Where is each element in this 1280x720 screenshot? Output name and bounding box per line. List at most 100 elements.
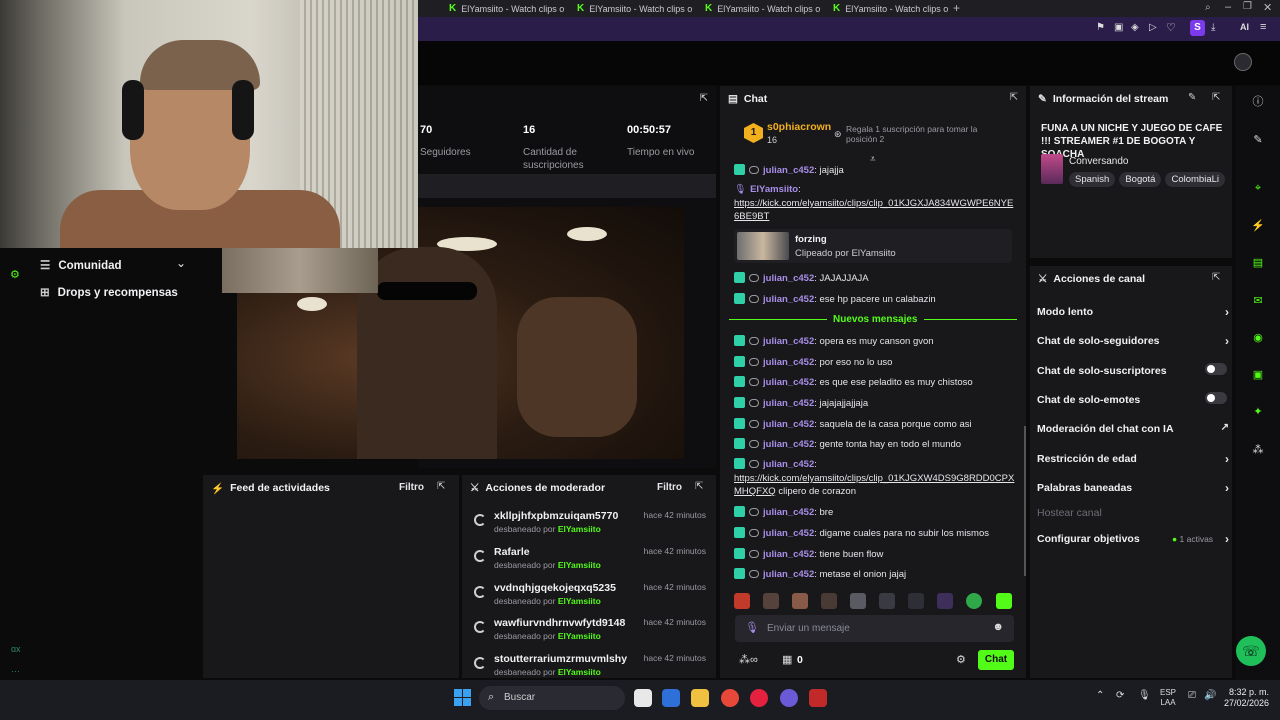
- browser-tab[interactable]: K ElYamsiito - Watch clips o: [445, 0, 571, 17]
- mod-filter-button[interactable]: Filtro: [657, 482, 682, 493]
- chat-link[interactable]: https://kick.com/elyamsiito/clips/clip_0…: [734, 197, 1016, 225]
- chat-message[interactable]: julian_c452: JAJAJJAJA: [734, 272, 1016, 285]
- chevron-down-icon[interactable]: ⌄: [176, 256, 186, 270]
- bookmark-icon[interactable]: ⚑: [1096, 22, 1105, 33]
- emote-icon[interactable]: [734, 593, 750, 609]
- age-restriction-row[interactable]: Restricción de edad ›: [1037, 452, 1229, 466]
- opera-icon[interactable]: [750, 689, 768, 707]
- category-name[interactable]: Conversando: [1069, 156, 1128, 167]
- store-icon[interactable]: [662, 689, 680, 707]
- maximize-icon[interactable]: ❐: [1243, 1, 1252, 12]
- extensions-icon[interactable]: ⁂: [1248, 440, 1268, 460]
- slow-mode-row[interactable]: Modo lento ›: [1037, 305, 1229, 319]
- mic-icon[interactable]: 🎙: [1138, 690, 1151, 701]
- subs-only-row[interactable]: Chat de solo-suscriptores: [1037, 363, 1229, 377]
- settings-icon[interactable]: ⚙: [10, 268, 20, 281]
- browser-tab[interactable]: K ElYamsiito - Watch clips o: [573, 0, 699, 17]
- mod-action-row[interactable]: wawfiurvndhrnvwfytd9148 desbaneado por E…: [470, 617, 710, 651]
- layout-icon[interactable]: ▣: [1248, 365, 1268, 385]
- discord-icon[interactable]: [780, 689, 798, 707]
- focus-icon[interactable]: ⌖: [1248, 178, 1268, 198]
- document-icon[interactable]: ▤: [1248, 253, 1268, 273]
- mod-action-row[interactable]: stoutterrariumzrmuvmlshy desbaneado por …: [470, 653, 710, 677]
- sidebar-item-community[interactable]: ☰ Comunidad: [40, 258, 122, 272]
- chat-message[interactable]: julian_c452: opera es muy canson gvon: [734, 335, 1016, 348]
- mod-action-row[interactable]: Rafarle desbaneado por ElYamsiito hace 4…: [470, 546, 710, 580]
- popout-icon[interactable]: ⇱: [1010, 92, 1018, 103]
- edit-icon[interactable]: ✎: [1248, 130, 1268, 150]
- emotes-only-row[interactable]: Chat de solo-emotes: [1037, 392, 1229, 406]
- tag[interactable]: ColombiaLi: [1165, 172, 1225, 187]
- browser-tab[interactable]: K ElYamsiito - Watch clips o: [829, 0, 955, 17]
- popout-icon[interactable]: ⇱: [1212, 272, 1220, 283]
- chat-link[interactable]: https://kick.com/elyamsiito/clips/clip_0…: [734, 472, 1016, 500]
- windows-start-icon[interactable]: [454, 689, 471, 706]
- heart-icon[interactable]: ♡: [1166, 21, 1176, 34]
- points-icon[interactable]: ⁂∞: [739, 653, 758, 666]
- sidebar-item-drops[interactable]: ⊞ Drops y recompensas: [40, 285, 178, 299]
- emote-icon[interactable]: [908, 593, 924, 609]
- clock[interactable]: 8:32 p. m. 27/02/2026: [1224, 687, 1269, 709]
- edit-icon[interactable]: ✎: [1188, 92, 1196, 103]
- top-gifter-name[interactable]: s0phiacrown: [767, 121, 831, 133]
- folder-icon[interactable]: [691, 689, 709, 707]
- volume-icon[interactable]: 🔊: [1204, 690, 1216, 701]
- chat-settings-icon[interactable]: ⚙: [956, 653, 966, 666]
- emote-icon[interactable]: [966, 593, 982, 609]
- chat-message[interactable]: julian_c452: jajajja: [734, 164, 1016, 177]
- new-tab-button[interactable]: +: [953, 1, 960, 15]
- minimize-icon[interactable]: –: [1225, 1, 1231, 13]
- popout-icon[interactable]: ⇱: [695, 481, 703, 492]
- chat-message[interactable]: julian_c452:: [734, 458, 1016, 471]
- avatar[interactable]: [1234, 53, 1252, 71]
- taskbar-search[interactable]: ⌕ Buscar: [479, 686, 625, 710]
- chat-message[interactable]: julian_c452: metase el onion jajaj: [734, 568, 1016, 581]
- chat-message[interactable]: julian_c452: ese hp pacere un calabazin: [734, 293, 1016, 306]
- banned-words-row[interactable]: Palabras baneadas ›: [1037, 481, 1229, 495]
- chat-message[interactable]: julian_c452: digame cuales para no subir…: [734, 527, 1016, 540]
- emote-icon[interactable]: [879, 593, 895, 609]
- search-tabs-icon[interactable]: ⌕: [1205, 2, 1211, 13]
- language-indicator[interactable]: ESP LAA: [1160, 688, 1176, 708]
- chevron-up-icon[interactable]: ⌃: [1096, 690, 1104, 701]
- chat-message[interactable]: julian_c452: bre: [734, 506, 1016, 519]
- play-icon[interactable]: ▷: [1149, 22, 1157, 33]
- app-icon[interactable]: [809, 689, 827, 707]
- mod-action-row[interactable]: xkllpjhfxpbmzuiqam5770 desbaneado por El…: [470, 510, 710, 544]
- chat-input[interactable]: 🎙 Enviar un mensaje ☻: [735, 615, 1014, 642]
- menu-icon[interactable]: ≡: [1260, 21, 1266, 33]
- profile-avatar[interactable]: S: [1190, 20, 1205, 36]
- chat-icon[interactable]: ✉: [1248, 291, 1268, 311]
- collapse-icon[interactable]: ɑx: [11, 644, 21, 654]
- close-window-icon[interactable]: ✕: [1263, 1, 1272, 14]
- popout-icon[interactable]: ⇱: [1212, 92, 1220, 103]
- display-icon[interactable]: ⎚: [1188, 690, 1196, 701]
- emote-icon[interactable]: [763, 593, 779, 609]
- chat-message[interactable]: julian_c452: gente tonta hay en todo el …: [734, 438, 1016, 451]
- clip-card[interactable]: forzing Clipeado por ElYamsiito: [734, 229, 1012, 263]
- more-icon[interactable]: …: [11, 664, 20, 674]
- subs-only-toggle[interactable]: [1205, 363, 1227, 375]
- shield-icon[interactable]: ◈: [1131, 22, 1139, 33]
- chat-message[interactable]: julian_c452: por eso no lo uso: [734, 356, 1016, 369]
- chat-message[interactable]: julian_c452: tiene buen flow: [734, 548, 1016, 561]
- activity-filter-button[interactable]: Filtro: [399, 482, 424, 493]
- followers-only-row[interactable]: Chat de solo-seguidores ›: [1037, 334, 1229, 348]
- screenshot-icon[interactable]: ▣: [1114, 22, 1123, 33]
- emoji-icon[interactable]: ☻: [992, 621, 1004, 633]
- chat-scrollbar[interactable]: [1024, 426, 1026, 576]
- emote-icon[interactable]: [850, 593, 866, 609]
- bolt-icon[interactable]: ⚡: [1248, 216, 1268, 236]
- wrench-icon[interactable]: ✦: [1248, 402, 1268, 422]
- broadcast-icon[interactable]: ◉: [1248, 328, 1268, 348]
- help-icon[interactable]: ☏: [1236, 636, 1266, 666]
- chat-message[interactable]: 🎙 ElYamsiito:: [734, 183, 1016, 196]
- mic-icon[interactable]: 🎙: [745, 621, 759, 634]
- tag[interactable]: Spanish: [1069, 172, 1116, 187]
- ai-button[interactable]: AI: [1240, 22, 1249, 32]
- ai-moderation-row[interactable]: Moderación del chat con IA ↗: [1037, 422, 1229, 435]
- info-icon[interactable]: ⓘ: [1248, 92, 1268, 112]
- task-view-icon[interactable]: [634, 689, 652, 707]
- emote-icon[interactable]: [821, 593, 837, 609]
- chrome-icon[interactable]: [721, 689, 739, 707]
